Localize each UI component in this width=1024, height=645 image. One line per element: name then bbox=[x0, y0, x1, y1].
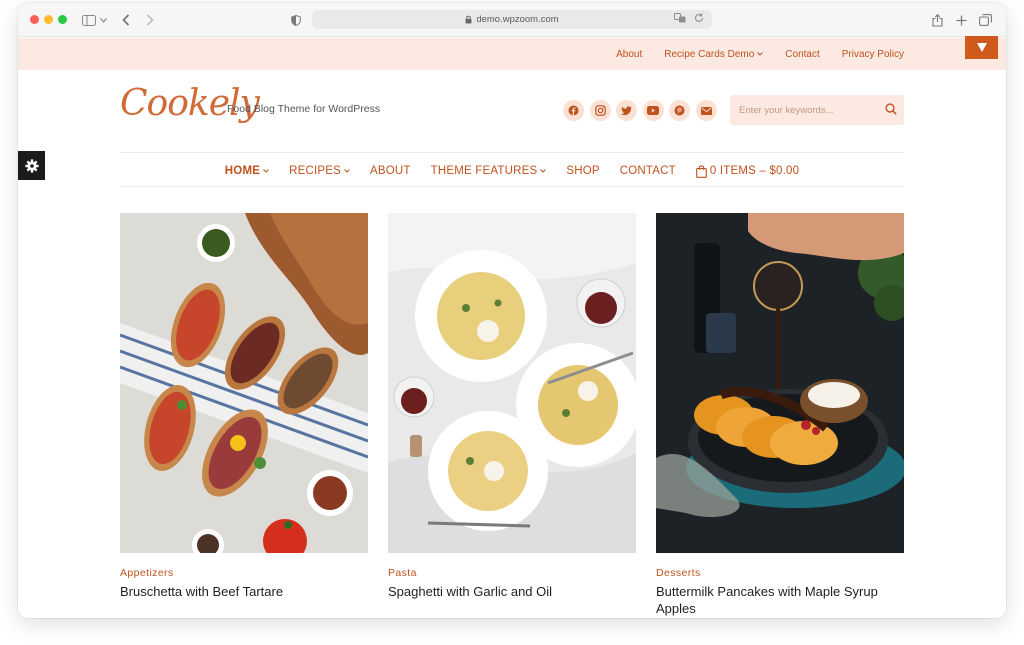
post-title[interactable]: Bruschetta with Beef Tartare bbox=[120, 583, 368, 600]
email-icon[interactable] bbox=[695, 100, 717, 121]
browser-window: demo.wpzoom.com About Recipe Cards Demo bbox=[18, 3, 1006, 618]
twitter-icon[interactable] bbox=[616, 100, 637, 121]
search-icon[interactable] bbox=[885, 103, 897, 115]
main-navigation: HOME RECIPES ABOUT THEME FEATURES SHOP C… bbox=[120, 155, 904, 187]
instagram-icon[interactable] bbox=[589, 100, 611, 121]
nav-item-home[interactable]: HOME bbox=[225, 165, 269, 177]
forward-icon[interactable] bbox=[146, 11, 154, 29]
nav-item-label: RECIPES bbox=[289, 165, 341, 177]
top-nav-recipe-cards-demo[interactable]: Recipe Cards Demo bbox=[664, 48, 764, 60]
chevron-down-icon[interactable] bbox=[100, 11, 107, 29]
translate-icon[interactable] bbox=[674, 13, 686, 23]
cart-label: 0 ITEMS – $0.00 bbox=[709, 165, 800, 177]
post-card: Pasta Spaghetti with Garlic and Oil bbox=[388, 213, 636, 600]
nav-item-label: HOME bbox=[224, 165, 261, 177]
browser-toolbar: demo.wpzoom.com bbox=[18, 3, 1006, 37]
nav-bottom-divider bbox=[120, 186, 904, 187]
post-thumbnail[interactable] bbox=[656, 213, 904, 553]
chevron-down-icon bbox=[540, 169, 547, 173]
shopping-bag-icon bbox=[696, 164, 707, 178]
nav-item-about[interactable]: ABOUT bbox=[370, 165, 411, 177]
social-links bbox=[563, 100, 717, 121]
top-nav-label: Recipe Cards Demo bbox=[664, 48, 755, 60]
post-title[interactable]: Spaghetti with Garlic and Oil bbox=[388, 583, 636, 600]
post-card: Appetizers Bruschetta with Beef Tartare bbox=[120, 213, 368, 600]
top-navigation: About Recipe Cards Demo Contact Privacy … bbox=[616, 38, 904, 70]
nav-item-label: SHOP bbox=[566, 165, 600, 177]
pinterest-icon[interactable] bbox=[669, 100, 690, 121]
gear-icon bbox=[24, 158, 39, 173]
top-nav-contact[interactable]: Contact bbox=[785, 49, 819, 60]
close-window-button[interactable] bbox=[30, 15, 39, 24]
nav-item-label: CONTACT bbox=[619, 165, 676, 177]
post-category[interactable]: Pasta bbox=[388, 567, 636, 579]
nav-item-theme-features[interactable]: THEME FEATURES bbox=[431, 165, 547, 177]
nav-item-label: THEME FEATURES bbox=[430, 165, 538, 177]
top-nav-label: Contact bbox=[785, 48, 820, 60]
nav-item-recipes[interactable]: RECIPES bbox=[289, 165, 350, 177]
reload-icon[interactable] bbox=[694, 13, 704, 23]
post-thumbnail[interactable] bbox=[388, 213, 636, 553]
site-tagline: Food Blog Theme for WordPress bbox=[227, 103, 381, 115]
cart-link[interactable]: 0 ITEMS – $0.00 bbox=[696, 164, 800, 178]
share-icon[interactable] bbox=[932, 11, 943, 29]
sidebar-toggle-icon[interactable] bbox=[82, 11, 96, 29]
top-nav-about[interactable]: About bbox=[616, 49, 642, 60]
new-tab-icon[interactable] bbox=[956, 11, 967, 29]
youtube-icon[interactable] bbox=[642, 100, 664, 121]
chevron-down-icon bbox=[757, 52, 764, 56]
privacy-shield-icon[interactable] bbox=[291, 11, 301, 29]
chevron-down-icon bbox=[344, 169, 350, 173]
zoom-window-button[interactable] bbox=[58, 15, 67, 24]
facebook-icon[interactable] bbox=[563, 100, 584, 121]
back-icon[interactable] bbox=[122, 11, 130, 29]
post-category[interactable]: Desserts bbox=[656, 567, 904, 579]
minimize-window-button[interactable] bbox=[44, 15, 53, 24]
address-bar[interactable]: demo.wpzoom.com bbox=[312, 10, 712, 29]
nav-item-label: ABOUT bbox=[370, 165, 411, 177]
top-utility-bar: About Recipe Cards Demo Contact Privacy … bbox=[18, 38, 1006, 70]
nav-item-contact[interactable]: CONTACT bbox=[620, 165, 676, 177]
post-thumbnail[interactable] bbox=[120, 213, 368, 553]
chevron-down-icon bbox=[263, 169, 269, 173]
nav-top-divider bbox=[120, 152, 904, 153]
nav-item-shop[interactable]: SHOP bbox=[566, 165, 599, 177]
post-title[interactable]: Buttermilk Pancakes with Maple Syrup App… bbox=[656, 583, 904, 617]
settings-panel-button[interactable] bbox=[18, 151, 45, 180]
top-nav-label: Privacy Policy bbox=[841, 48, 904, 60]
address-url: demo.wpzoom.com bbox=[476, 14, 559, 25]
tab-overview-icon[interactable] bbox=[979, 11, 992, 29]
lock-icon bbox=[465, 15, 472, 24]
top-bar-toggle-button[interactable] bbox=[965, 36, 998, 59]
top-nav-privacy-policy[interactable]: Privacy Policy bbox=[842, 49, 904, 60]
triangle-down-icon bbox=[976, 43, 987, 52]
post-category[interactable]: Appetizers bbox=[120, 567, 368, 579]
search-box bbox=[730, 95, 904, 125]
top-nav-label: About bbox=[616, 48, 643, 60]
post-card: Desserts Buttermilk Pancakes with Maple … bbox=[656, 213, 904, 617]
search-input[interactable] bbox=[739, 104, 879, 116]
